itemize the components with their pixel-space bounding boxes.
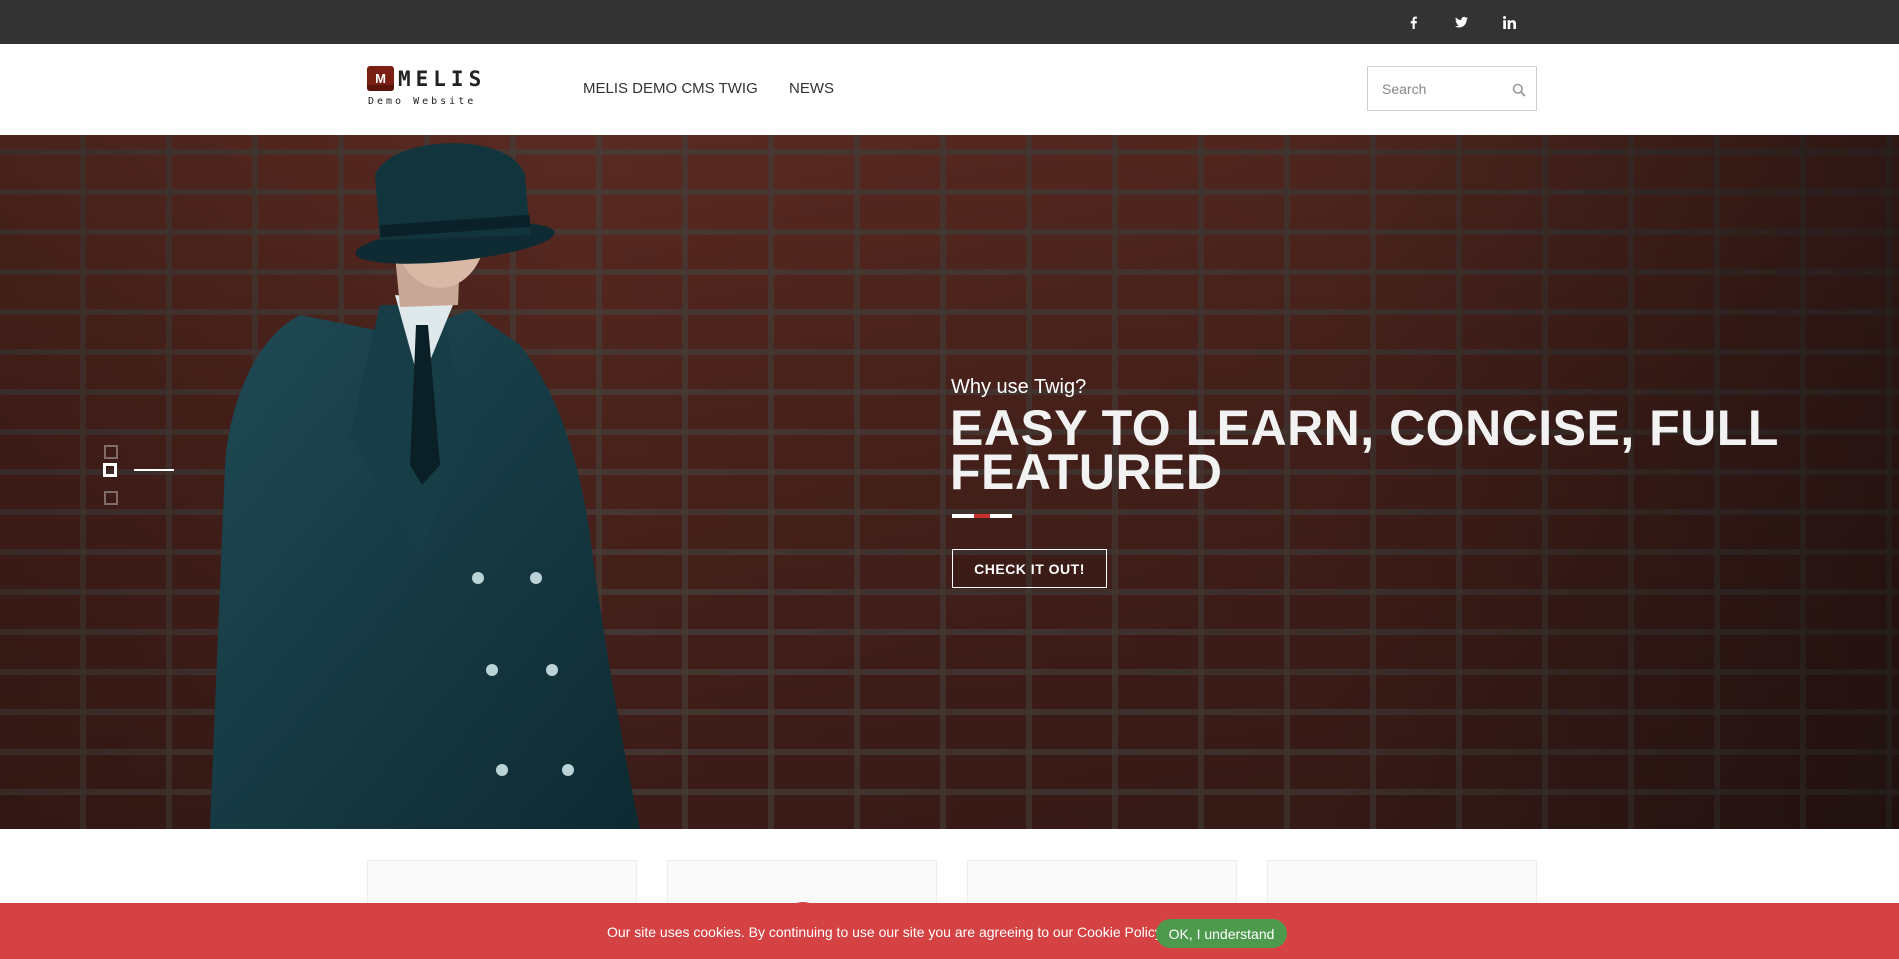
slider-dot-2-active[interactable] (103, 463, 117, 477)
site-logo[interactable]: M MELIS Demo Website (367, 66, 497, 112)
nav-item-melis-demo-cms-twig[interactable]: MELIS DEMO CMS TWIG (583, 80, 758, 97)
slider-dot-3[interactable] (104, 491, 118, 505)
logo-mark: M (367, 66, 394, 91)
cookie-banner: Our site uses cookies. By continuing to … (0, 903, 1899, 959)
cookie-accept-button[interactable]: OK, I understand (1156, 919, 1287, 948)
site-header: M MELIS Demo Website MELIS DEMO CMS TWIG… (0, 44, 1899, 135)
hero-image-man-in-coat (210, 143, 640, 829)
check-it-out-button[interactable]: CHECK IT OUT! (952, 549, 1107, 588)
hero-subtitle: Why use Twig? (951, 376, 1087, 398)
cookie-message: Our site uses cookies. By continuing to … (607, 924, 1165, 940)
logo-subtitle: Demo Website (368, 96, 477, 107)
nav-item-news[interactable]: NEWS (789, 80, 834, 97)
search-input[interactable] (1382, 79, 1502, 99)
active-slide-line (134, 469, 174, 471)
slider-dot-1[interactable] (104, 445, 118, 459)
hero-slider: Why use Twig? EASY TO LEARN, CONCISE, FU… (0, 135, 1899, 829)
search-box (1367, 66, 1537, 111)
hero-separator (952, 514, 1012, 518)
hero-title: EASY TO LEARN, CONCISE, FULL FEATURED (950, 400, 1778, 500)
twitter-icon[interactable] (1446, 0, 1476, 44)
search-icon[interactable] (1512, 83, 1526, 97)
top-bar (0, 0, 1899, 44)
facebook-icon[interactable] (1398, 0, 1428, 44)
linkedin-icon[interactable] (1494, 0, 1524, 44)
logo-wordmark: MELIS (398, 67, 487, 91)
